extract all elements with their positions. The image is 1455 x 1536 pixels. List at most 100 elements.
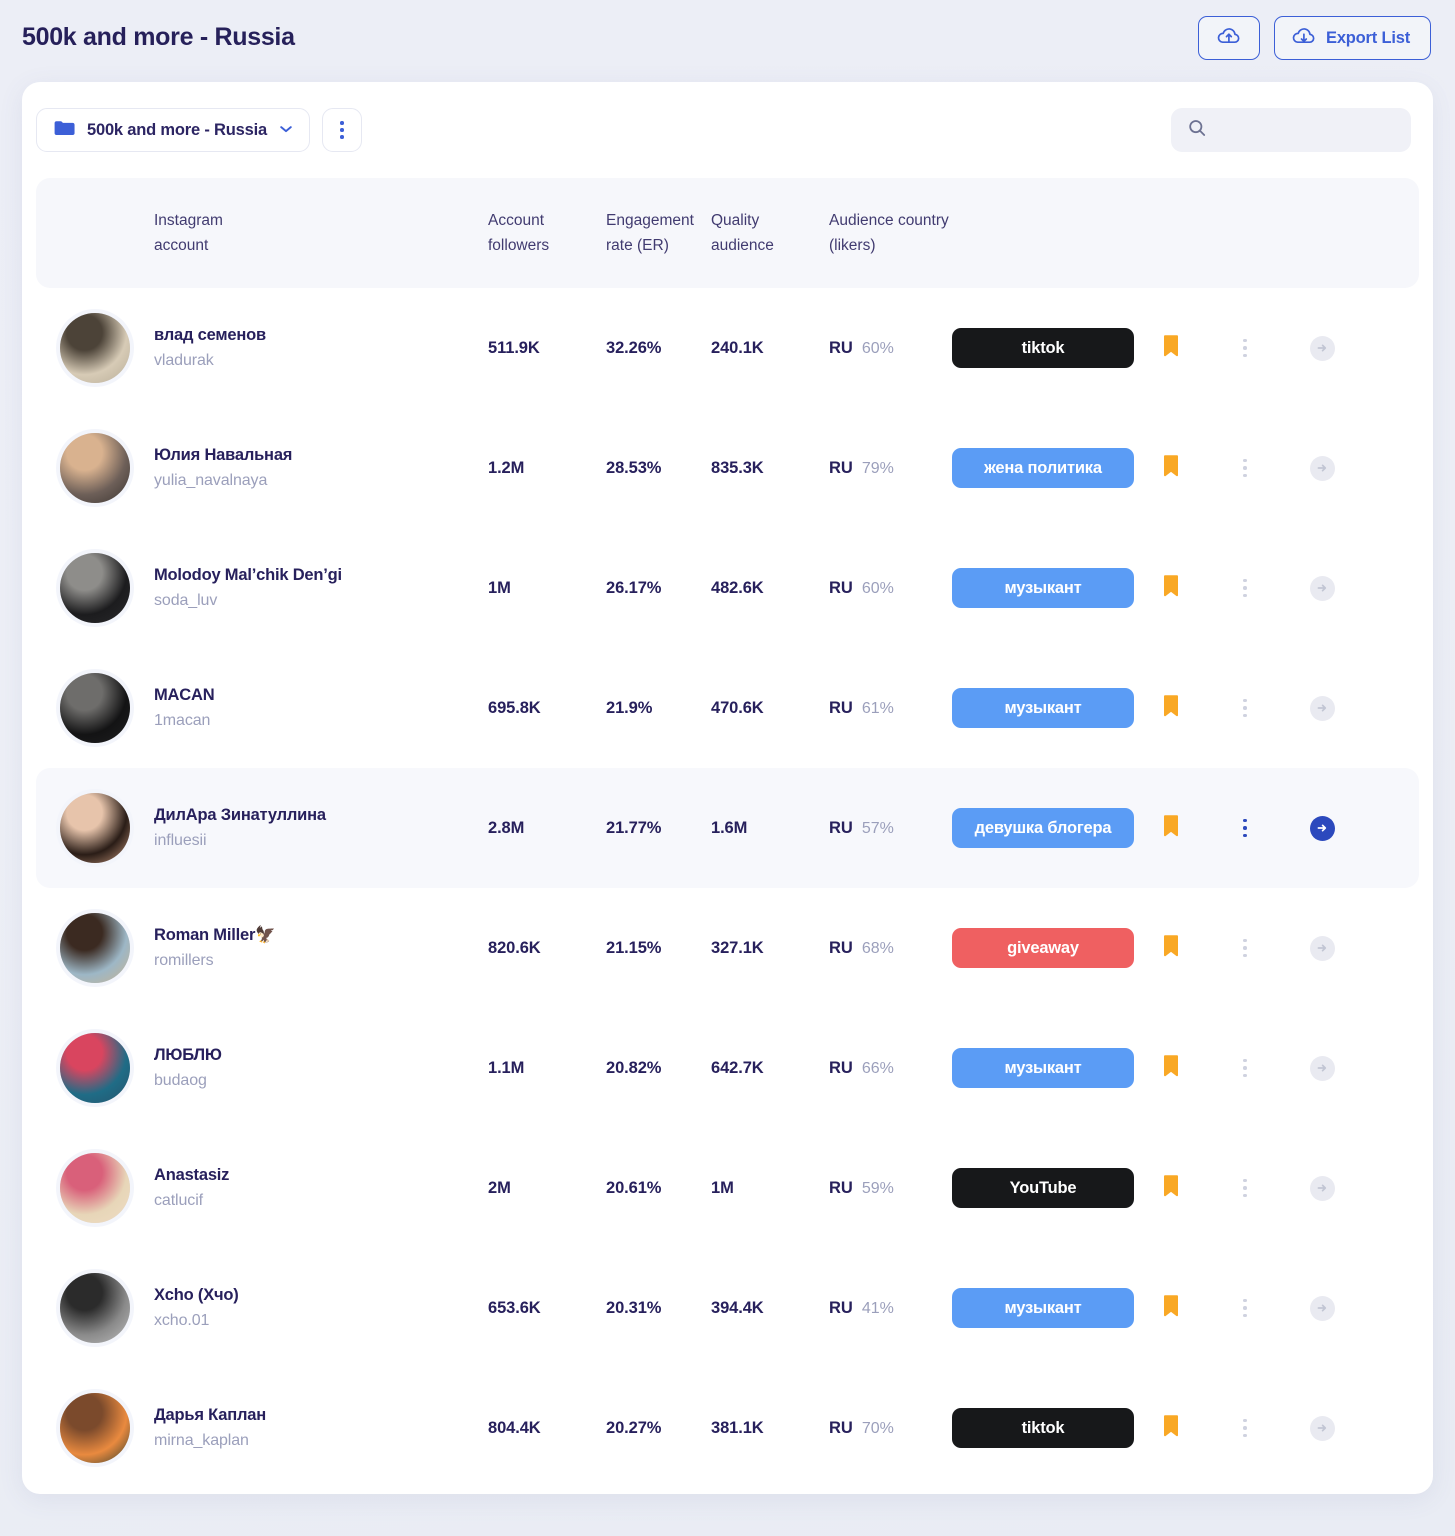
more-vertical-icon[interactable]	[1243, 1418, 1247, 1438]
account-tag[interactable]: tiktok	[952, 328, 1134, 368]
folder-options-button[interactable]	[321, 108, 362, 152]
account-tag[interactable]: музыкант	[952, 568, 1134, 608]
account-tag[interactable]: tiktok	[952, 1408, 1134, 1448]
search-box[interactable]	[1171, 108, 1411, 152]
table-row[interactable]: Xcho (Хчо) xcho.01 653.6K 20.31% 394.4K RU 41%…	[36, 1248, 1419, 1368]
arrow-right-circle-icon[interactable]	[1309, 1055, 1335, 1081]
more-vertical-icon[interactable]	[1243, 338, 1247, 358]
account-tag[interactable]: жена политика	[952, 448, 1134, 488]
arrow-right-circle-icon[interactable]	[1309, 455, 1335, 481]
bookmark-icon[interactable]	[1162, 454, 1180, 483]
table-header-quality-audience: Quality audience	[711, 212, 774, 254]
more-vertical-icon[interactable]	[1243, 698, 1247, 718]
avatar[interactable]	[60, 433, 130, 503]
avatar[interactable]	[60, 673, 130, 743]
export-list-button[interactable]: Export List	[1274, 16, 1431, 60]
engagement-rate-cell: 20.61%	[606, 1179, 711, 1198]
account-cell[interactable]: Дарья Каплан mirna_kaplan	[154, 1406, 488, 1450]
account-cell[interactable]: MACAN 1macan	[154, 686, 488, 730]
quality-audience-cell: 482.6K	[711, 579, 829, 598]
search-input[interactable]	[1217, 121, 1395, 139]
account-tag[interactable]: giveaway	[952, 928, 1134, 968]
avatar[interactable]	[60, 1033, 130, 1103]
account-tag[interactable]: музыкант	[952, 688, 1134, 728]
account-tag[interactable]: YouTube	[952, 1168, 1134, 1208]
account-handle: soda_luv	[154, 592, 218, 609]
table-row[interactable]: ДилАра Зинатуллина influesii 2.8M 21.77% 1.6…	[36, 768, 1419, 888]
avatar[interactable]	[60, 1153, 130, 1223]
avatar-image	[60, 313, 130, 383]
account-cell[interactable]: ДилАра Зинатуллина influesii	[154, 806, 488, 850]
table-row[interactable]: Anastasiz catlucif 2M 20.61% 1M RU 59% YouTube	[36, 1128, 1419, 1248]
table-row[interactable]: Molodoy Mal’chik Den’gi soda_luv 1M 26.17% 4…	[36, 528, 1419, 648]
arrow-right-circle-icon[interactable]	[1309, 335, 1335, 361]
more-vertical-icon[interactable]	[1243, 1178, 1247, 1198]
avatar[interactable]	[60, 313, 130, 383]
row-options-cell	[1208, 818, 1282, 838]
country-percent: 79%	[861, 459, 894, 477]
bookmark-icon[interactable]	[1162, 574, 1180, 603]
table-row[interactable]: Roman Miller🦅 romillers 820.6K 21.15% 327.1K…	[36, 888, 1419, 1008]
bookmark-icon[interactable]	[1162, 814, 1180, 843]
bookmark-icon[interactable]	[1162, 1054, 1180, 1083]
table-row[interactable]: Юлия Навальная yulia_navalnaya 1.2M 28.53% 8…	[36, 408, 1419, 528]
account-cell[interactable]: Molodoy Mal’chik Den’gi soda_luv	[154, 566, 488, 610]
account-cell[interactable]: Юлия Навальная yulia_navalnaya	[154, 446, 488, 490]
country-code: RU	[829, 1418, 853, 1437]
bookmark-icon[interactable]	[1162, 1414, 1180, 1443]
table-row[interactable]: влад семенов vladurak 511.9K 32.26% 240.1K RU…	[36, 288, 1419, 408]
followers-value: 804.4K	[488, 1418, 541, 1437]
arrow-right-circle-icon[interactable]	[1309, 1415, 1335, 1441]
avatar[interactable]	[60, 1273, 130, 1343]
engagement-rate-value: 20.31%	[606, 1298, 662, 1317]
tag-cell: tiktok	[952, 328, 1134, 368]
quality-audience-cell: 835.3K	[711, 459, 829, 478]
engagement-rate-cell: 20.31%	[606, 1299, 711, 1318]
account-tag[interactable]: музыкант	[952, 1288, 1134, 1328]
audience-country-cell: RU 70%	[829, 1419, 952, 1438]
followers-value: 1.1M	[488, 1058, 525, 1077]
bookmark-icon[interactable]	[1162, 934, 1180, 963]
folder-selector[interactable]: 500k and more - Russia	[36, 108, 310, 152]
avatar[interactable]	[60, 553, 130, 623]
arrow-right-circle-icon[interactable]	[1309, 815, 1335, 841]
avatar-cell	[36, 1273, 154, 1343]
avatar-image	[60, 673, 130, 743]
import-list-button[interactable]	[1198, 16, 1261, 60]
table-row[interactable]: Дарья Каплан mirna_kaplan 804.4K 20.27% 381.…	[36, 1368, 1419, 1488]
account-cell[interactable]: влад семенов vladurak	[154, 326, 488, 370]
more-vertical-icon[interactable]	[1243, 1058, 1247, 1078]
more-vertical-icon[interactable]	[1243, 1298, 1247, 1318]
row-options-cell	[1208, 698, 1282, 718]
more-vertical-icon[interactable]	[1243, 818, 1247, 838]
avatar[interactable]	[60, 1393, 130, 1463]
bookmark-icon[interactable]	[1162, 334, 1180, 363]
avatar[interactable]	[60, 793, 130, 863]
account-cell[interactable]: Roman Miller🦅 romillers	[154, 926, 488, 970]
more-vertical-icon[interactable]	[1243, 938, 1247, 958]
arrow-right-circle-icon[interactable]	[1309, 695, 1335, 721]
table-row[interactable]: ЛЮБЛЮ budaog 1.1M 20.82% 642.7K RU 66% музыкант	[36, 1008, 1419, 1128]
bookmark-icon[interactable]	[1162, 1294, 1180, 1323]
account-cell[interactable]: Xcho (Хчо) xcho.01	[154, 1286, 488, 1330]
account-cell[interactable]: Anastasiz catlucif	[154, 1166, 488, 1210]
engagement-rate-cell: 32.26%	[606, 339, 711, 358]
country-percent: 66%	[861, 1059, 894, 1077]
account-cell[interactable]: ЛЮБЛЮ budaog	[154, 1046, 488, 1090]
avatar[interactable]	[60, 913, 130, 983]
more-vertical-icon[interactable]	[1243, 458, 1247, 478]
audience-country-cell: RU 57%	[829, 819, 952, 838]
arrow-right-circle-icon[interactable]	[1309, 1295, 1335, 1321]
more-vertical-icon[interactable]	[1243, 578, 1247, 598]
account-tag[interactable]: музыкант	[952, 1048, 1134, 1088]
arrow-right-circle-icon[interactable]	[1309, 935, 1335, 961]
table-row[interactable]: MACAN 1macan 695.8K 21.9% 470.6K RU 61% музыкан…	[36, 648, 1419, 768]
account-tag[interactable]: девушка блогера	[952, 808, 1134, 848]
arrow-right-circle-icon[interactable]	[1309, 575, 1335, 601]
bookmark-icon[interactable]	[1162, 694, 1180, 723]
avatar-cell	[36, 1033, 154, 1103]
arrow-right-circle-icon[interactable]	[1309, 1175, 1335, 1201]
followers-cell: 2M	[488, 1179, 606, 1198]
bookmark-icon[interactable]	[1162, 1174, 1180, 1203]
country-code: RU	[829, 938, 853, 957]
